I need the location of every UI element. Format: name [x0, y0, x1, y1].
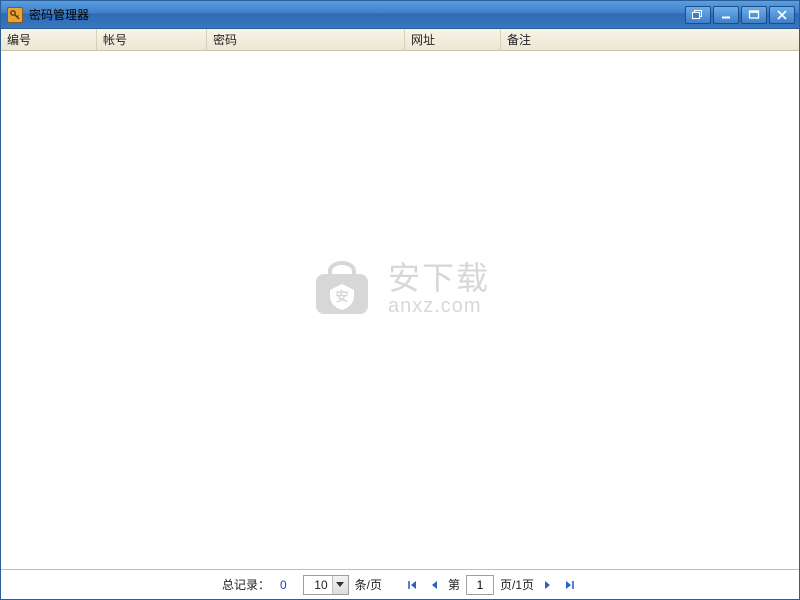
pagination-bar: 总记录： 0 10 条/页 第 页/1页 [1, 569, 799, 599]
page-prefix: 第 [448, 576, 460, 593]
next-page-button[interactable] [540, 577, 556, 593]
page-size-select[interactable]: 10 [303, 575, 349, 595]
column-label: 备注 [507, 31, 531, 48]
column-header-password[interactable]: 密码 [207, 29, 405, 50]
column-label: 密码 [213, 31, 237, 48]
app-key-icon [7, 7, 23, 23]
titlebar: 密码管理器 [1, 1, 799, 29]
page-size-value: 10 [304, 578, 332, 592]
column-header-url[interactable]: 网址 [405, 29, 501, 50]
restore-down-button[interactable] [685, 6, 711, 24]
total-label: 总记录： [222, 576, 270, 593]
prev-page-button[interactable] [426, 577, 442, 593]
column-label: 帐号 [103, 31, 127, 48]
watermark: 安 安下载 anxz.com [310, 260, 490, 318]
column-header-remark[interactable]: 备注 [501, 29, 799, 50]
bag-icon: 安 [310, 260, 374, 318]
dropdown-icon [332, 576, 348, 594]
column-label: 编号 [7, 31, 31, 48]
table-header: 编号 帐号 密码 网址 备注 [1, 29, 799, 51]
app-window: 密码管理器 编号 帐号 密码 网址 备注 安 [0, 0, 800, 600]
total-count: 0 [280, 578, 287, 592]
last-page-button[interactable] [562, 577, 578, 593]
column-header-account[interactable]: 帐号 [97, 29, 207, 50]
close-button[interactable] [769, 6, 795, 24]
first-page-button[interactable] [404, 577, 420, 593]
column-label: 网址 [411, 31, 435, 48]
page-suffix: 页/1页 [500, 576, 534, 593]
table-body: 安 安下载 anxz.com [1, 51, 799, 569]
window-title: 密码管理器 [29, 6, 89, 23]
per-page-suffix: 条/页 [355, 576, 382, 593]
maximize-button[interactable] [741, 6, 767, 24]
minimize-button[interactable] [713, 6, 739, 24]
watermark-text: 安下载 anxz.com [388, 262, 490, 317]
page-number-input[interactable] [466, 575, 494, 595]
watermark-en: anxz.com [388, 296, 490, 317]
svg-text:安: 安 [335, 289, 348, 304]
watermark-zh: 安下载 [388, 262, 490, 296]
column-header-id[interactable]: 编号 [1, 29, 97, 50]
